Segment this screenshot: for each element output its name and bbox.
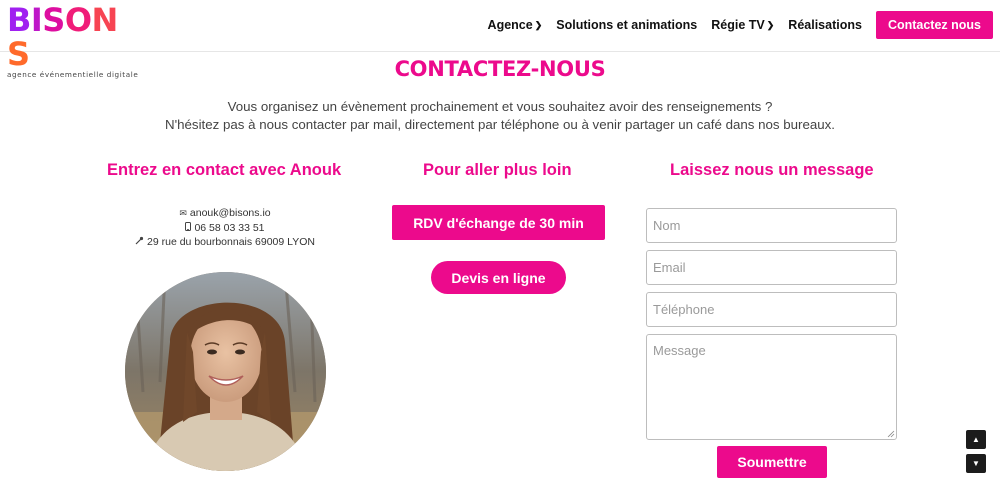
logo-letter: S bbox=[42, 1, 65, 39]
logo-letter: B bbox=[7, 1, 31, 39]
message-field[interactable] bbox=[646, 334, 897, 440]
nav-item-agence[interactable]: Agence ❯ bbox=[488, 18, 543, 32]
nav-item-label: Régie TV bbox=[711, 18, 765, 32]
contact-portrait-image bbox=[125, 272, 326, 471]
scroll-up-icon[interactable]: ▲ bbox=[966, 430, 986, 449]
contact-heading: Entrez en contact avec Anouk bbox=[107, 161, 342, 179]
bisons-logo[interactable]: BISONS agence événementielle digitale bbox=[7, 1, 138, 79]
site-header: BISONS agence événementielle digitale Ag… bbox=[0, 0, 1000, 79]
contact-phone: 06 58 03 33 51 bbox=[194, 221, 265, 234]
logo-letter: I bbox=[30, 1, 43, 39]
avatar bbox=[125, 272, 326, 471]
contact-details: ✉ anouk@bisons.io 06 58 03 33 51 29 rue … bbox=[120, 206, 330, 250]
logo-letter: N bbox=[91, 1, 119, 39]
chevron-down-icon: ❯ bbox=[534, 19, 543, 30]
nav-item-realisations[interactable]: Réalisations bbox=[788, 18, 862, 32]
page-title: CONTACTEZ-NOUS bbox=[394, 57, 606, 81]
main-nav: Agence ❯ Solutions et animations Régie T… bbox=[488, 11, 993, 39]
phone-icon bbox=[185, 221, 192, 236]
contact-address: 29 rue du bourbonnais 69009 LYON bbox=[147, 236, 315, 248]
contact-email-row[interactable]: ✉ anouk@bisons.io bbox=[120, 206, 330, 221]
form-heading: Laissez nous un message bbox=[670, 161, 874, 179]
nav-item-label: Réalisations bbox=[788, 18, 862, 32]
book-meeting-button[interactable]: RDV d'échange de 30 min bbox=[392, 205, 605, 240]
more-heading: Pour aller plus loin bbox=[423, 161, 572, 179]
scroll-down-icon[interactable]: ▼ bbox=[966, 454, 986, 473]
contact-address-row: 29 rue du bourbonnais 69009 LYON bbox=[120, 235, 330, 250]
envelope-icon: ✉ bbox=[179, 208, 187, 218]
contact-phone-row[interactable]: 06 58 03 33 51 bbox=[120, 221, 330, 236]
location-pin-icon bbox=[135, 235, 144, 250]
logo-letter: O bbox=[64, 1, 92, 39]
online-quote-button[interactable]: Devis en ligne bbox=[431, 261, 566, 294]
phone-field[interactable] bbox=[646, 292, 897, 327]
chevron-down-icon: ❯ bbox=[766, 19, 775, 30]
nav-item-regie-tv[interactable]: Régie TV ❯ bbox=[711, 18, 774, 32]
submit-button[interactable]: Soumettre bbox=[717, 446, 827, 478]
email-field[interactable] bbox=[646, 250, 897, 285]
nav-item-label: Solutions et animations bbox=[556, 18, 698, 32]
name-field[interactable] bbox=[646, 208, 897, 243]
contact-us-button[interactable]: Contactez nous bbox=[875, 11, 993, 39]
nav-item-label: Agence bbox=[487, 18, 533, 32]
nav-item-solutions[interactable]: Solutions et animations bbox=[556, 18, 697, 32]
intro-line-1: Vous organisez un évènement prochainemen… bbox=[227, 99, 773, 114]
intro-line-2: N'hésitez pas à nous contacter par mail,… bbox=[165, 117, 835, 132]
contact-email: anouk@bisons.io bbox=[189, 207, 271, 219]
intro-text: Vous organisez un évènement prochainemen… bbox=[0, 98, 1000, 134]
